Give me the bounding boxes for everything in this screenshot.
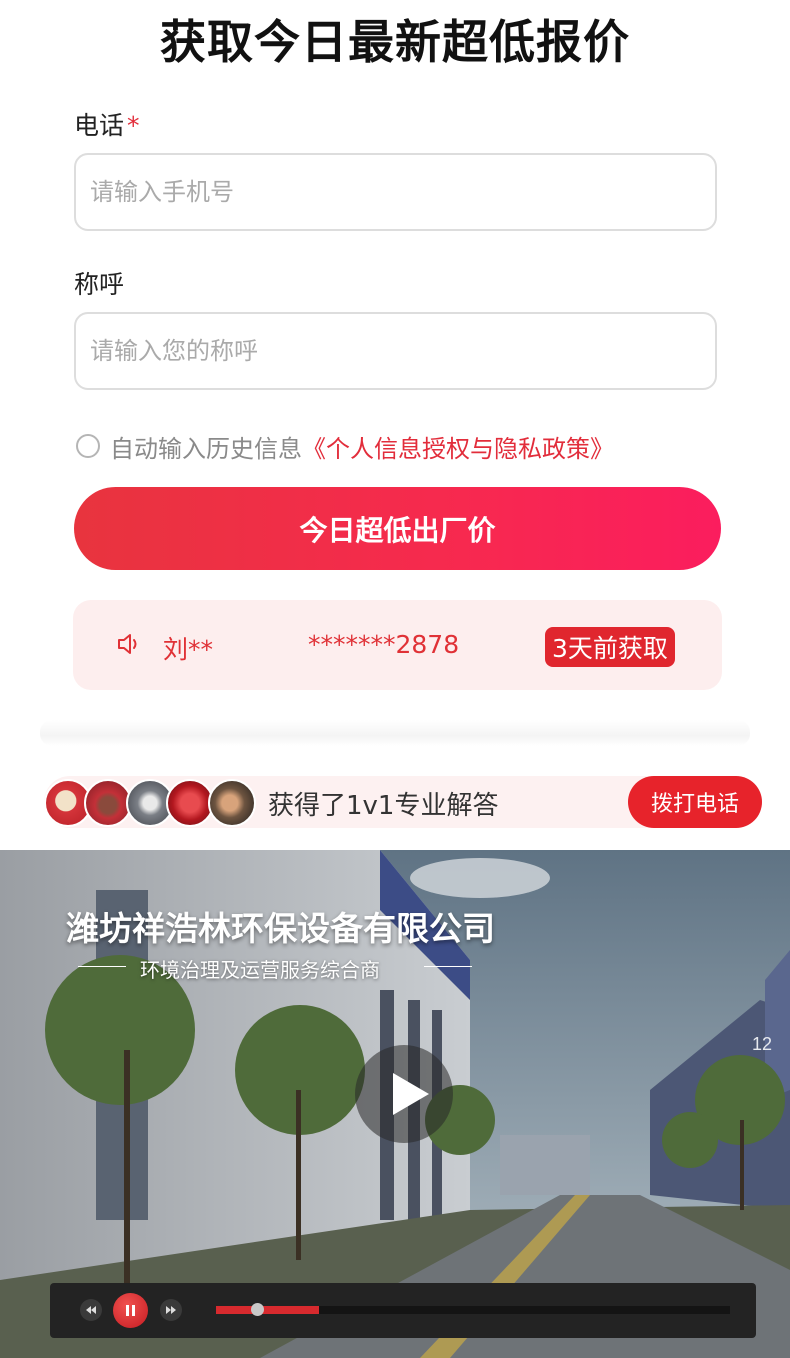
avatar [208,779,256,827]
get-price-button[interactable]: 今日超低出厂价 [74,487,721,570]
ticker-name: 刘** [163,635,214,664]
video-slogan: 环境治理及运营服务综合商 [140,958,380,982]
required-mark: * [127,111,140,140]
avatar [166,779,214,827]
page-title: 获取今日最新超低报价 [160,15,630,69]
phone-input[interactable] [74,153,717,231]
rewind-button[interactable] [80,1299,102,1321]
privacy-policy-link[interactable]: 《个人信息授权与隐私政策》 [302,429,614,464]
pause-icon [126,1305,135,1316]
call-button[interactable]: 拨打电话 [628,776,762,828]
slogan-line-left [78,966,126,967]
phone-label: 电话 * [74,106,140,142]
speaker-icon [116,631,142,661]
fast-forward-icon [166,1306,176,1314]
video-company-name: 潍坊祥浩林环保设备有限公司 [66,909,495,948]
slogan-line-right [424,966,472,967]
avatar [84,779,132,827]
auto-fill-row: 自动输入历史信息 《个人信息授权与隐私政策》 [76,428,614,464]
name-input[interactable] [74,312,717,390]
consult-text: 获得了1v1专业解答 [268,791,499,821]
progress-fill [216,1306,319,1314]
ticker-phone: *******2878 [308,630,460,659]
svg-text:12: 12 [752,1034,772,1054]
progress-knob[interactable] [251,1303,264,1316]
divider-shadow [40,720,750,746]
play-icon [393,1073,429,1115]
pause-button[interactable] [113,1293,148,1328]
auto-fill-radio[interactable] [76,434,100,458]
ticker-time-badge: 3天前获取 [545,627,675,667]
fast-forward-button[interactable] [160,1299,182,1321]
phone-label-text: 电话 [74,111,125,140]
name-label: 称呼 [74,270,125,299]
rewind-icon [86,1306,96,1314]
play-button[interactable] [355,1045,453,1143]
auto-fill-label: 自动输入历史信息 [110,434,302,463]
